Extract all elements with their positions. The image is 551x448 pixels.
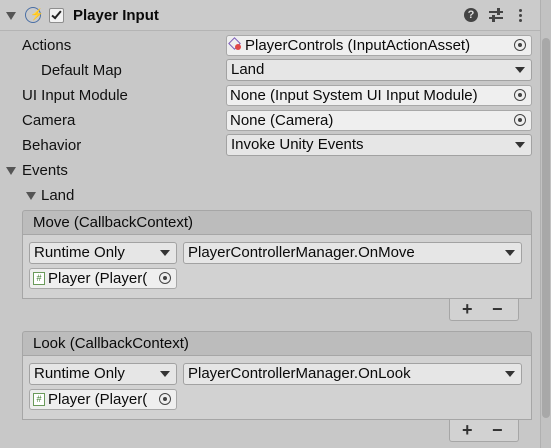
component-enabled-checkbox[interactable]: [49, 8, 64, 23]
default-map-dropdown[interactable]: Land: [226, 59, 532, 81]
look-function-dropdown[interactable]: PlayerControllerManager.OnLook: [183, 363, 522, 385]
component-title: Player Input: [73, 7, 159, 24]
look-target-field[interactable]: Player (Player(: [29, 389, 177, 410]
more-icon[interactable]: [518, 7, 524, 23]
events-label[interactable]: Events: [22, 162, 68, 179]
scrollbar-thumb[interactable]: [542, 38, 550, 418]
move-target-picker-icon[interactable]: [159, 272, 171, 284]
move-runtime-value: Runtime Only: [34, 244, 125, 261]
move-runtime-dropdown[interactable]: Runtime Only: [29, 242, 177, 264]
ui-input-module-field[interactable]: None (Input System UI Input Module): [226, 85, 532, 106]
script-icon: #: [33, 393, 45, 406]
move-plusminus-bar: + −: [449, 299, 519, 321]
camera-value: None (Camera): [230, 112, 334, 129]
move-event-header: Move (CallbackContext): [22, 210, 532, 235]
checkmark-icon: [51, 8, 62, 20]
component-foldout-arrow-icon[interactable]: [6, 12, 16, 20]
default-map-value: Land: [231, 61, 265, 78]
land-map-label[interactable]: Land: [41, 187, 74, 204]
lightning-icon: ⚡: [25, 7, 44, 23]
chevron-down-icon: [160, 250, 170, 256]
preset-icon[interactable]: [489, 8, 503, 22]
actions-field[interactable]: PlayerControls (InputActionAsset): [226, 35, 532, 56]
look-runtime-dropdown[interactable]: Runtime Only: [29, 363, 177, 385]
land-foldout-arrow-icon[interactable]: [26, 192, 36, 200]
chevron-down-icon: [515, 67, 525, 73]
look-remove-button[interactable]: −: [492, 420, 503, 440]
chevron-down-icon: [515, 142, 525, 148]
help-icon[interactable]: ?: [464, 8, 478, 22]
chevron-down-icon: [160, 371, 170, 377]
script-icon: #: [33, 272, 45, 285]
move-add-button[interactable]: +: [462, 299, 473, 319]
move-function-value: PlayerControllerManager.OnMove: [188, 244, 415, 261]
default-map-label: Default Map: [41, 62, 122, 79]
camera-label: Camera: [22, 112, 76, 129]
actions-label: Actions: [22, 37, 72, 54]
look-plusminus-bar: + −: [449, 420, 519, 442]
input-asset-icon: [228, 37, 242, 51]
behavior-label: Behavior: [22, 137, 82, 154]
camera-picker-icon[interactable]: [514, 114, 526, 126]
ui-input-module-label: UI Input Module: [22, 87, 128, 104]
actions-value: PlayerControls (InputActionAsset): [245, 37, 471, 54]
events-foldout-arrow-icon[interactable]: [6, 167, 16, 175]
look-runtime-value: Runtime Only: [34, 365, 125, 382]
ui-input-module-picker-icon[interactable]: [514, 89, 526, 101]
ui-input-module-value: None (Input System UI Input Module): [230, 87, 478, 104]
camera-field[interactable]: None (Camera): [226, 110, 532, 131]
move-remove-button[interactable]: −: [492, 299, 503, 319]
look-add-button[interactable]: +: [462, 420, 473, 440]
look-event-header: Look (CallbackContext): [22, 331, 532, 356]
move-function-dropdown[interactable]: PlayerControllerManager.OnMove: [183, 242, 522, 264]
look-event-title: Look (CallbackContext): [33, 335, 189, 352]
look-function-value: PlayerControllerManager.OnLook: [188, 365, 411, 382]
behavior-dropdown[interactable]: Invoke Unity Events: [226, 134, 532, 156]
move-target-field[interactable]: Player (Player(: [29, 268, 177, 289]
move-target-value: Player (Player(: [48, 270, 148, 287]
look-target-picker-icon[interactable]: [159, 393, 171, 405]
look-target-value: Player (Player(: [48, 391, 148, 408]
chevron-down-icon: [505, 371, 515, 377]
chevron-down-icon: [505, 250, 515, 256]
behavior-value: Invoke Unity Events: [231, 136, 364, 153]
actions-object-picker-icon[interactable]: [514, 39, 526, 51]
move-event-title: Move (CallbackContext): [33, 214, 194, 231]
